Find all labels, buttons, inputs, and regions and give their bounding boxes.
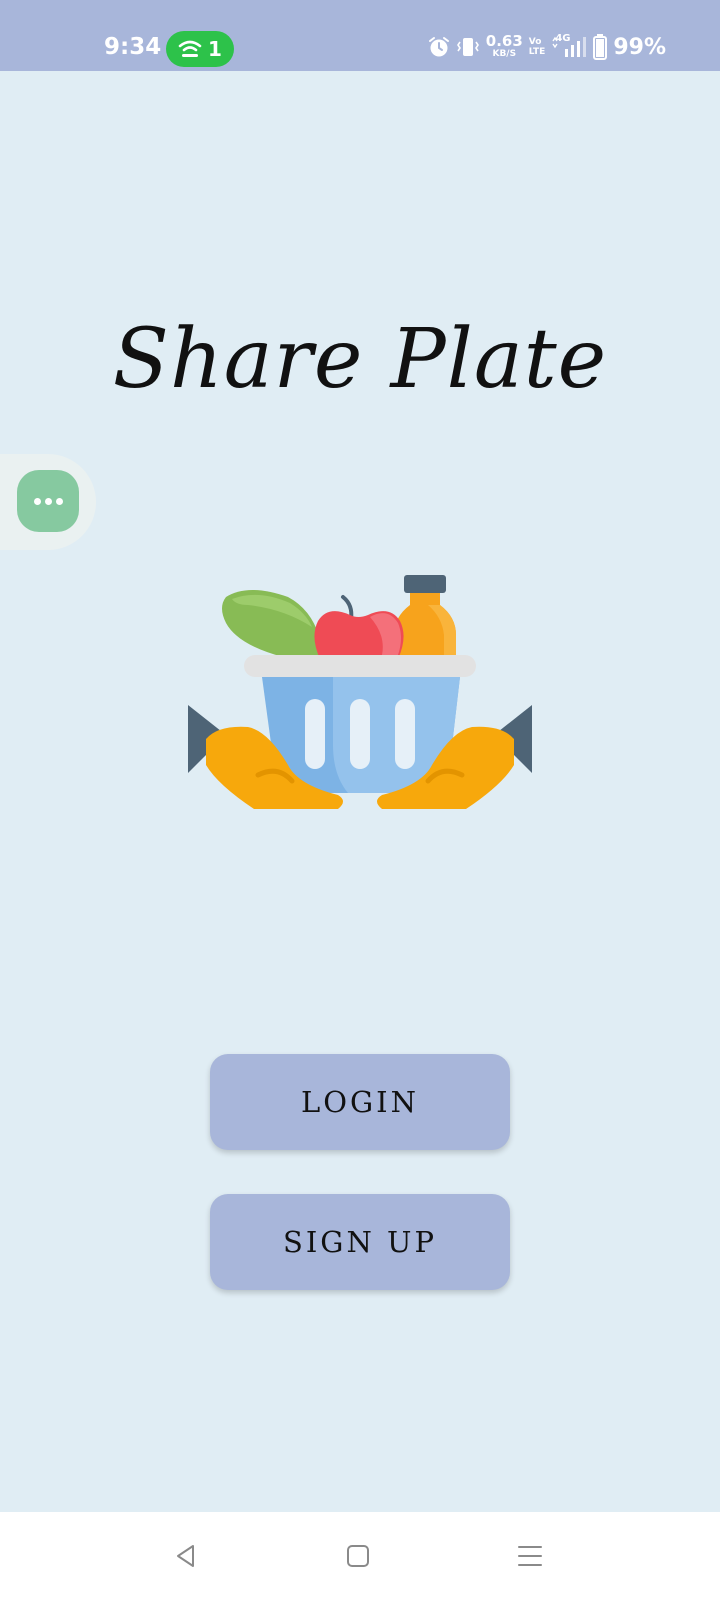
nav-home-button[interactable]: [338, 1536, 378, 1576]
login-button[interactable]: LOGIN: [210, 1054, 510, 1150]
volte-top: Vo: [528, 37, 542, 47]
nav-recents-button[interactable]: [510, 1536, 550, 1576]
floating-menu-button[interactable]: [17, 470, 79, 532]
navigation-bar: [0, 1512, 720, 1600]
hotspot-pill[interactable]: 1: [166, 31, 234, 67]
screen: 9:34 1 0.63 KB/S Vo LTE 4G 99% Share Pla…: [0, 0, 720, 1600]
net-speed: 0.63 KB/S: [486, 34, 523, 60]
status-bar: 9:34 1 0.63 KB/S Vo LTE 4G 99%: [0, 0, 720, 71]
more-dots-icon: [33, 497, 63, 505]
battery-icon: [593, 34, 608, 60]
grocery-basket-hands-icon: [188, 575, 532, 809]
volte-badge: Vo LTE: [529, 37, 546, 57]
alarm-icon: [428, 37, 449, 57]
status-time: 9:34: [104, 34, 162, 60]
battery-percent: 99%: [613, 34, 666, 60]
app-title: Share Plate: [112, 312, 608, 407]
nav-back-button[interactable]: [166, 1536, 206, 1576]
net-speed-unit: KB/S: [492, 49, 517, 59]
volte-bottom: LTE: [528, 47, 546, 57]
net-speed-value: 0.63: [485, 32, 523, 50]
floating-bubble[interactable]: [0, 454, 96, 550]
signal-icon: [552, 36, 587, 57]
hotspot-icon: [178, 40, 202, 57]
signup-button[interactable]: SIGN UP: [210, 1194, 510, 1290]
back-icon: [177, 1545, 194, 1567]
hotspot-count: 1: [208, 37, 222, 61]
home-icon: [347, 1545, 369, 1567]
status-icons: 0.63 KB/S Vo LTE 4G 99%: [428, 33, 666, 60]
recents-icon: [518, 1546, 542, 1566]
vibrate-icon: [456, 38, 479, 56]
signal-group: 4G: [551, 33, 587, 59]
